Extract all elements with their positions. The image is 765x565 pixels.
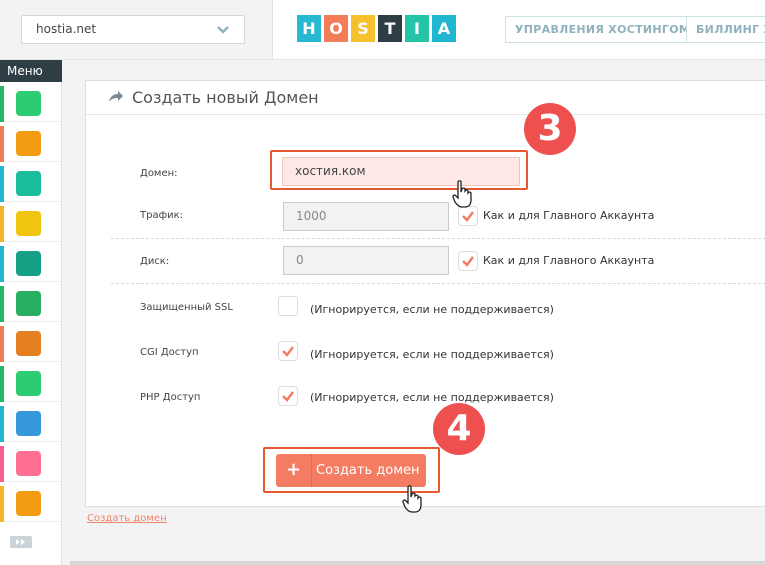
domain-select[interactable]: hostia.net [21,15,245,44]
globe-www-icon [16,171,41,196]
sidebar-item-stripe [0,326,4,362]
sidebar-item-stripe [0,406,4,442]
sidebar [0,82,62,565]
sidebar-separator [4,521,62,522]
sidebar-item[interactable] [0,486,62,522]
create-domain-link[interactable]: Создать домен [87,513,167,524]
sidebar-item[interactable] [0,406,62,442]
disk-same-note: Как и для Главного Аккаунта [483,254,655,267]
divider [111,238,765,239]
sidebar-item-stripe [0,286,4,322]
domain-select-value: hostia.net [36,22,97,36]
disk-same-checkbox[interactable] [458,251,478,271]
sidebar-separator [4,441,62,442]
ftp-icon [16,291,41,316]
share-arrow-icon [109,91,123,102]
expand-sidebar-icon[interactable] [10,536,32,548]
sidebar-item[interactable] [0,86,62,122]
hand-cursor-icon [402,485,422,513]
hand-cursor-icon [452,180,472,208]
horizontal-scrollbar[interactable] [70,561,765,565]
traffic-same-note: Как и для Главного Аккаунта [483,209,655,222]
sidebar-item[interactable] [0,246,62,282]
sidebar-item[interactable] [0,286,62,322]
sidebar-item-stripe [0,486,4,522]
sidebar-item[interactable] [0,326,62,362]
cgi-label: CGI Доступ [140,347,199,358]
check-icon [462,211,474,222]
sidebar-item-stripe [0,86,4,122]
create-domain-panel: Создать новый Домен Домен: хостия.ком Тр… [85,80,765,507]
cron-calendar-icon [16,371,41,396]
sidebar-item-stripe [0,166,4,202]
top-left-bar: hostia.net [0,0,270,60]
logo-tile: H [297,15,321,42]
sidebar-separator [4,161,62,162]
cgi-checkbox[interactable] [278,341,298,361]
disk-label: Диск: [140,256,170,267]
logo-tile: S [351,15,375,42]
php-label: PHP Доступ [140,392,201,403]
sidebar-separator [4,481,62,482]
database-icon [16,211,41,236]
traffic-input[interactable]: 1000 [283,202,449,231]
nav-billing[interactable]: БИЛЛИНГ ХО [686,16,765,43]
traffic-same-checkbox[interactable] [458,206,478,226]
ssl-checkbox[interactable] [278,296,298,316]
divider [111,283,765,284]
user-support-icon [16,491,41,516]
cgi-note: (Игнорируется, если не поддерживается) [310,348,554,361]
sidebar-separator [4,281,62,282]
disk-input[interactable]: 0 [283,246,449,275]
step-badge-4: 4 [433,403,485,455]
top-header: HOSTIA УПРАВЛЕНИЯ ХОСТИНГОМ БИЛЛИНГ ХО [272,0,765,60]
folder-icon [16,131,41,156]
shield-icon [16,451,41,476]
sidebar-item[interactable] [0,206,62,242]
check-icon [282,346,294,357]
menu-label: Меню [0,60,62,82]
panel-title: Создать новый Домен [132,88,319,107]
sidebar-item[interactable] [0,366,62,402]
plus-icon: + [276,454,312,487]
create-domain-button-label: Создать домен [316,463,420,478]
create-domain-button[interactable]: + Создать домен [276,454,426,487]
sidebar-item-stripe [0,126,4,162]
php-checkbox[interactable] [278,386,298,406]
nav-hosting-management[interactable]: УПРАВЛЕНИЯ ХОСТИНГОМ [505,16,701,43]
sidebar-separator [4,321,62,322]
ssl-note: (Игнорируется, если не поддерживается) [310,303,554,316]
ssl-label: Защищенный SSL [140,302,233,313]
home-icon [16,91,41,116]
logo-tile: O [324,15,348,42]
sidebar-separator [4,201,62,202]
sidebar-item-stripe [0,206,4,242]
php-icon [16,411,41,436]
domain-input-highlight [270,150,528,190]
step-badge-3: 3 [524,103,576,155]
sidebar-separator [4,361,62,362]
domain-label: Домен: [140,168,178,179]
sidebar-item[interactable] [0,126,62,162]
sidebar-separator [4,401,62,402]
panel-header: Создать новый Домен [86,81,765,115]
logo-tile: T [378,15,402,42]
sidebar-item-stripe [0,366,4,402]
sidebar-item-stripe [0,246,4,282]
php-note: (Игнорируется, если не поддерживается) [310,391,554,404]
chevron-down-icon [217,26,229,34]
sidebar-item[interactable] [0,166,62,202]
sidebar-item-stripe [0,446,4,482]
check-icon [282,391,294,402]
mail-icon [16,251,41,276]
traffic-label: Трафик: [140,210,184,221]
sidebar-separator [4,121,62,122]
sidebar-separator [4,241,62,242]
logo-tile: A [432,15,456,42]
logo-tile: I [405,15,429,42]
check-icon [462,256,474,267]
hostia-logo[interactable]: HOSTIA [297,15,456,42]
clock-icon [16,331,41,356]
sidebar-item[interactable] [0,446,62,482]
